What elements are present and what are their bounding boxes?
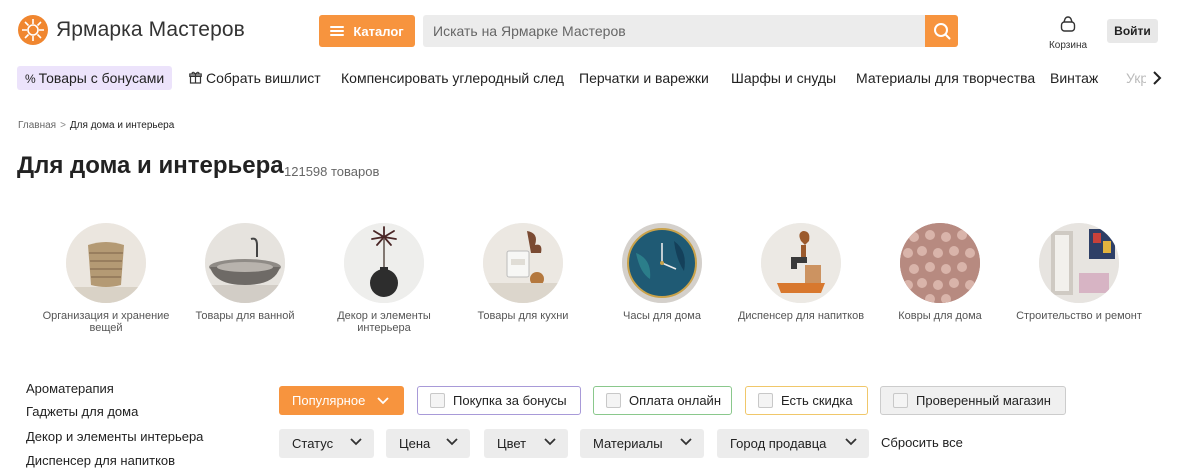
chevron-down-icon — [845, 438, 857, 446]
nav-item-bonus-goods[interactable]: % Товары с бонусами — [17, 66, 173, 90]
category-label: Товары для ванной — [195, 310, 295, 322]
category-image — [761, 223, 841, 303]
breadcrumb-current: Для дома и интерьера — [69, 120, 175, 131]
dropdown-label: Цена — [399, 436, 431, 451]
sort-dropdown[interactable]: Популярное — [279, 386, 404, 415]
category-image — [622, 223, 702, 303]
search-bar — [423, 15, 958, 47]
filter-city-dropdown[interactable]: Город продавца — [717, 429, 869, 458]
breadcrumb: Главная > Для дома и интерьера — [18, 120, 174, 131]
category-label: Декор и элементы интерьера — [337, 310, 431, 334]
category-label: Строительство и ремонт — [1016, 310, 1142, 322]
category-rugs[interactable]: Ковры для дома — [870, 223, 1010, 322]
nav-scroll-right-button[interactable] — [1146, 66, 1168, 90]
sidebar-link-gadgets[interactable]: Гаджеты для дома — [26, 404, 138, 419]
dropdown-label: Город продавца — [730, 436, 827, 451]
filter-color-dropdown[interactable]: Цвет — [484, 429, 568, 458]
sort-label: Популярное — [292, 393, 366, 408]
category-bathroom[interactable]: Товары для ванной — [175, 223, 315, 322]
sidebar-link-aromatherapy[interactable]: Ароматерапия — [26, 381, 114, 396]
sun-flower-icon — [18, 15, 48, 45]
reset-filters-button[interactable]: Сбросить все — [881, 435, 963, 450]
category-label: Часы для дома — [623, 310, 701, 322]
category-label: Диспенсер для напитков — [737, 310, 865, 322]
checkbox[interactable] — [758, 393, 773, 408]
site-header: Ярмарка Мастеров Каталог Корзина Войти — [0, 0, 1200, 62]
nav-item-decor[interactable]: Укр — [1126, 66, 1148, 90]
category-construction[interactable]: Строительство и ремонт — [1009, 223, 1149, 322]
checkbox[interactable] — [893, 393, 908, 408]
category-image — [66, 223, 146, 303]
nav-item-wishlist[interactable]: Собрать вишлист — [189, 66, 321, 90]
filter-label: Оплата онлайн — [629, 393, 721, 408]
nav-item-vintage[interactable]: Винтаж — [1050, 66, 1098, 90]
search-icon — [933, 23, 950, 40]
chevron-down-icon — [446, 438, 458, 446]
search-button[interactable] — [925, 15, 958, 47]
breadcrumb-home[interactable]: Главная — [18, 120, 56, 131]
chevron-right-icon — [1153, 71, 1162, 85]
category-clocks[interactable]: Часы для дома — [592, 223, 732, 322]
percent-icon: % — [25, 72, 36, 86]
nav-item-gloves[interactable]: Перчатки и варежки — [579, 66, 709, 90]
nav-item-craft-materials[interactable]: Материалы для творчества — [856, 66, 1035, 90]
chevron-down-icon — [377, 396, 389, 404]
catalog-button[interactable]: Каталог — [319, 15, 415, 47]
dropdown-label: Статус — [292, 436, 334, 451]
nav-item-carbon[interactable]: Компенсировать углеродный след — [341, 66, 564, 90]
chevron-down-icon — [544, 438, 556, 446]
cart-icon — [1060, 16, 1076, 32]
catalog-button-label: Каталог — [353, 23, 404, 39]
checkbox[interactable] — [430, 393, 445, 408]
logo-text: Ярмарка Мастеров — [56, 18, 245, 41]
sidebar-link-decor[interactable]: Декор и элементы интерьера — [26, 429, 203, 444]
category-label: Ковры для дома — [898, 310, 982, 322]
category-label: Организация и хранение вещей — [42, 310, 170, 334]
breadcrumb-separator: > — [60, 120, 66, 131]
filter-bonus-purchase[interactable]: Покупка за бонусы — [417, 386, 581, 415]
search-input[interactable] — [423, 15, 918, 47]
cart-button[interactable]: Корзина — [1046, 15, 1090, 51]
filter-status-dropdown[interactable]: Статус — [279, 429, 374, 458]
dropdown-label: Материалы — [593, 436, 663, 451]
category-image — [1039, 223, 1119, 303]
sidebar-link-dispenser[interactable]: Диспенсер для напитков — [26, 453, 175, 468]
login-button[interactable]: Войти — [1107, 19, 1158, 43]
category-image — [900, 223, 980, 303]
filter-verified-shop[interactable]: Проверенный магазин — [880, 386, 1066, 415]
category-dispenser[interactable]: Диспенсер для напитков — [731, 223, 871, 322]
chevron-down-icon — [680, 438, 692, 446]
product-count: 121598 товаров — [284, 164, 380, 179]
filter-price-dropdown[interactable]: Цена — [386, 429, 470, 458]
dropdown-label: Цвет — [497, 436, 527, 451]
menu-icon — [330, 26, 345, 36]
logo[interactable]: Ярмарка Мастеров — [18, 15, 245, 45]
filter-label: Есть скидка — [781, 393, 853, 408]
category-decor[interactable]: Декор и элементы интерьера — [314, 223, 454, 334]
category-image — [344, 223, 424, 303]
cart-label: Корзина — [1048, 40, 1088, 51]
page-title: Для дома и интерьера — [17, 152, 284, 179]
nav-item-label: Собрать вишлист — [206, 70, 321, 86]
gift-icon — [189, 71, 202, 84]
category-label: Товары для кухни — [477, 310, 569, 322]
category-kitchen[interactable]: Товары для кухни — [453, 223, 593, 322]
checkbox[interactable] — [606, 393, 621, 408]
filter-online-payment[interactable]: Оплата онлайн — [593, 386, 732, 415]
chevron-down-icon — [350, 438, 362, 446]
filter-discount[interactable]: Есть скидка — [745, 386, 868, 415]
filter-label: Покупка за бонусы — [453, 393, 567, 408]
nav-item-label: Товары с бонусами — [38, 70, 165, 86]
category-image — [205, 223, 285, 303]
category-image — [483, 223, 563, 303]
category-storage[interactable]: Организация и хранение вещей — [36, 223, 176, 334]
filter-materials-dropdown[interactable]: Материалы — [580, 429, 704, 458]
nav-item-scarves[interactable]: Шарфы и снуды — [731, 66, 836, 90]
filter-label: Проверенный магазин — [916, 393, 1051, 408]
top-nav: % Товары с бонусами Собрать вишлист Компе… — [0, 66, 1200, 90]
